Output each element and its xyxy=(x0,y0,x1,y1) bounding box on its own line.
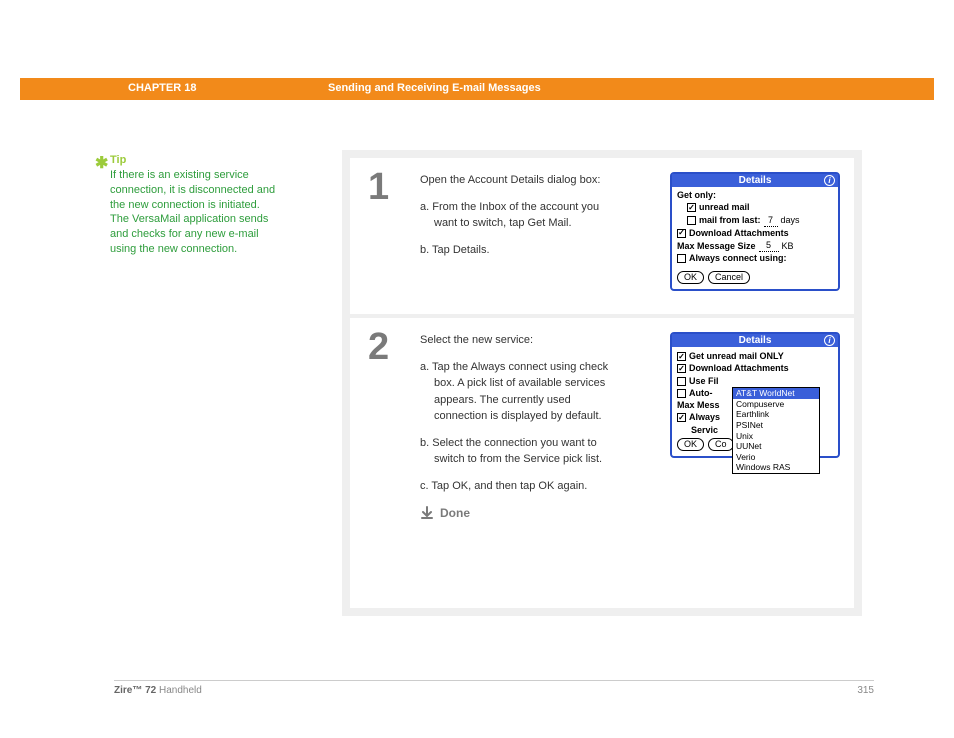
asterisk-icon: ✱ xyxy=(95,153,108,175)
step-2: 2 Select the new service: a. Tap the Alw… xyxy=(350,318,854,608)
dialog-title-text: Details xyxy=(739,335,772,346)
picklist-item[interactable]: Compuserve xyxy=(733,399,819,410)
picklist-item[interactable]: UUNet xyxy=(733,441,819,452)
always-label: Always connect using: xyxy=(689,253,787,264)
done-label: Done xyxy=(440,504,470,522)
usefil-label: Use Fil xyxy=(689,376,719,387)
cancel-button-partial[interactable]: Co xyxy=(708,438,734,451)
usefil-checkbox[interactable] xyxy=(677,377,686,386)
step2-b: b. Select the connection you want to swi… xyxy=(420,435,620,468)
step-1: 1 Open the Account Details dialog box: a… xyxy=(350,158,854,314)
mailfrom-checkbox[interactable] xyxy=(687,216,696,225)
page-footer: Zire™ 72 Handheld 315 xyxy=(114,680,874,696)
dialog-title: Details i xyxy=(672,334,838,347)
step2-a: a. Tap the Always connect using check bo… xyxy=(420,359,620,425)
mailfrom-label: mail from last: xyxy=(699,215,761,226)
always-checkbox-2[interactable] xyxy=(677,413,686,422)
dialog-title: Details i xyxy=(672,174,838,187)
get-only-label: Get only: xyxy=(677,190,833,201)
done-arrow-icon xyxy=(420,506,434,520)
details-dialog-1: Details i Get only: unread mail mail fro… xyxy=(670,172,840,291)
cancel-button[interactable]: Cancel xyxy=(708,271,750,284)
unread-only-checkbox[interactable] xyxy=(677,352,686,361)
picklist-item[interactable]: Verio xyxy=(733,452,819,463)
product-bold: Zire™ 72 xyxy=(114,685,156,696)
service-label: Servic xyxy=(691,425,718,436)
step2-c: c. Tap OK, and then tap OK again. xyxy=(420,478,620,495)
step1-intro: Open the Account Details dialog box: xyxy=(420,172,620,189)
maxmsg-label: Max Mess xyxy=(677,400,720,411)
days-unit: days xyxy=(781,215,800,226)
auto-label: Auto- xyxy=(689,388,713,399)
step1-a: a. From the Inbox of the account you wan… xyxy=(420,199,620,232)
dl-attach-checkbox[interactable] xyxy=(677,229,686,238)
picklist-item[interactable]: AT&T WorldNet xyxy=(733,388,819,399)
info-icon[interactable]: i xyxy=(824,175,835,186)
picklist-item[interactable]: Unix xyxy=(733,431,819,442)
maxsize-label: Max Message Size xyxy=(677,241,756,252)
ok-button[interactable]: OK xyxy=(677,271,704,284)
chapter-header: CHAPTER 18 Sending and Receiving E-mail … xyxy=(20,78,934,100)
info-icon[interactable]: i xyxy=(824,335,835,346)
step-number: 1 xyxy=(368,166,389,209)
unread-checkbox[interactable] xyxy=(687,203,696,212)
always-checkbox[interactable] xyxy=(677,254,686,263)
product-rest: Handheld xyxy=(156,685,202,696)
chapter-number: CHAPTER 18 xyxy=(128,82,196,94)
unread-only-label: Get unread mail ONLY xyxy=(689,351,784,362)
details-dialog-2: Details i Get unread mail ONLY Download … xyxy=(670,332,840,458)
days-field[interactable]: 7 xyxy=(764,215,778,227)
service-picklist[interactable]: AT&T WorldNet Compuserve Earthlink PSINe… xyxy=(732,387,820,474)
always-label-2: Always xyxy=(689,412,720,423)
product-name: Zire™ 72 Handheld xyxy=(114,685,202,696)
ok-button[interactable]: OK xyxy=(677,438,704,451)
dl-attach-checkbox[interactable] xyxy=(677,364,686,373)
page-number: 315 xyxy=(857,685,874,696)
picklist-item[interactable]: Earthlink xyxy=(733,409,819,420)
dialog-title-text: Details xyxy=(739,175,772,186)
done-row: Done xyxy=(420,504,620,522)
chapter-title: Sending and Receiving E-mail Messages xyxy=(328,82,541,94)
tip-body: If there is an existing service connecti… xyxy=(110,168,280,257)
auto-checkbox[interactable] xyxy=(677,389,686,398)
step2-intro: Select the new service: xyxy=(420,332,620,349)
steps-container: 1 Open the Account Details dialog box: a… xyxy=(342,150,862,616)
maxsize-unit: KB xyxy=(782,241,794,252)
step-number: 2 xyxy=(368,326,389,369)
picklist-item[interactable]: PSINet xyxy=(733,420,819,431)
dl-attach-label: Download Attachments xyxy=(689,363,789,374)
maxsize-field[interactable]: 5 xyxy=(759,240,779,252)
dl-attach-label: Download Attachments xyxy=(689,228,789,239)
tip-label: Tip xyxy=(110,153,280,168)
unread-label: unread mail xyxy=(699,202,750,213)
picklist-item[interactable]: Windows RAS xyxy=(733,462,819,473)
step1-b: b. Tap Details. xyxy=(420,242,620,259)
tip-block: ✱ Tip If there is an existing service co… xyxy=(110,153,280,257)
